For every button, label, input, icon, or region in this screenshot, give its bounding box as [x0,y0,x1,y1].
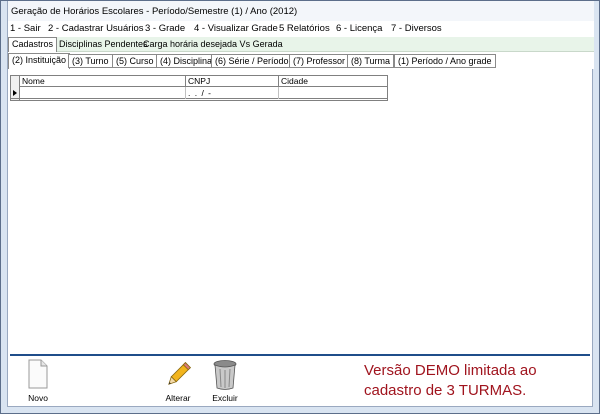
main-tab-strip: Cadastros Disciplinas Pendentes Carga ho… [8,37,594,52]
institution-grid[interactable]: Nome CNPJ Cidade . . / - [10,75,388,101]
menu-item-grade[interactable]: 3 - Grade [145,23,185,34]
menu-item-licenca[interactable]: 6 - Licença [336,23,382,34]
cell-nome[interactable] [20,87,186,99]
trash-can-icon [212,359,238,393]
grid-header: Nome CNPJ Cidade [11,76,387,87]
menu-item-visualizar-grade[interactable]: 4 - Visualizar Grade [194,23,278,34]
table-row[interactable]: . . / - [11,87,387,99]
edit-button[interactable]: Alterar [158,357,198,405]
delete-button[interactable]: Excluir [205,357,245,405]
toolbar-divider [10,354,590,356]
tab-periodo-ano-grade[interactable]: (1) Período / Ano grade [394,54,496,68]
tab-disciplina[interactable]: (4) Disciplina [156,54,217,68]
tab-disciplinas-pendentes[interactable]: Disciplinas Pendentes [56,38,151,52]
column-header-cidade[interactable]: Cidade [279,76,387,87]
menu-item-sair[interactable]: 1 - Sair [10,23,41,34]
tab-serie-periodo[interactable]: (6) Série / Período [211,54,293,68]
sub-tab-strip: (2) Instituição (3) Turno (5) Curso (4) … [8,52,594,69]
pencil-icon [162,359,194,393]
column-header-cnpj[interactable]: CNPJ [186,76,279,87]
menu-item-relatorios[interactable]: 5 Relatórios [279,23,330,34]
tab-carga-horaria[interactable]: Carga horária desejada Vs Gerada [140,38,286,52]
edit-button-label: Alterar [165,393,191,403]
delete-button-label: Excluir [212,393,238,403]
window-title: Geração de Horários Escolares - Período/… [11,6,298,17]
demo-notice: Versão DEMO limitada ao cadastro de 3 TU… [364,362,537,399]
tab-curso[interactable]: (5) Curso [112,54,158,68]
title-bar: Geração de Horários Escolares - Período/… [8,1,594,21]
menu-bar: 1 - Sair 2 - Cadastrar Usuários 3 - Grad… [8,21,594,37]
new-document-icon [27,359,49,391]
column-header-nome[interactable]: Nome [20,76,186,87]
new-button[interactable]: Novo [18,357,58,405]
window-client-area: Geração de Horários Escolares - Período/… [7,1,594,407]
tab-instituicao[interactable]: (2) Instituição [8,53,71,69]
menu-item-cadastrar-usuarios[interactable]: 2 - Cadastrar Usuários [48,23,144,34]
app-window: Geração de Horários Escolares - Período/… [0,0,600,414]
new-button-label: Novo [28,393,48,403]
tab-turma[interactable]: (8) Turma [347,54,395,68]
cell-cidade[interactable] [279,87,387,99]
tab-professor[interactable]: (7) Professor [289,54,350,68]
tab-turno[interactable]: (3) Turno [68,54,113,68]
tab-cadastros[interactable]: Cadastros [8,37,58,52]
menu-item-diversos[interactable]: 7 - Diversos [391,23,442,34]
cell-cnpj[interactable]: . . / - [186,87,279,99]
